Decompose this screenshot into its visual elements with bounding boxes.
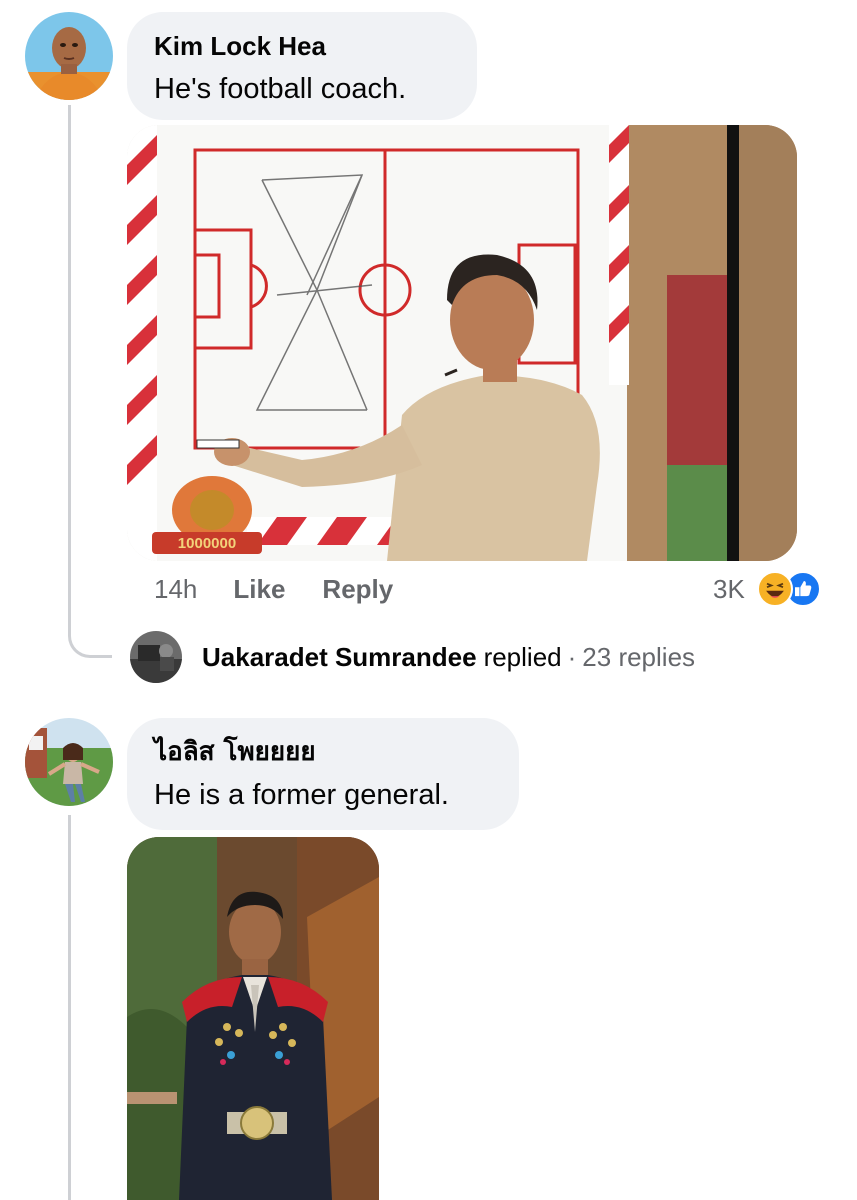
replier-name: Uakaradet Sumrandee <box>202 641 477 672</box>
replied-label: replied <box>483 641 562 672</box>
like-button[interactable]: Like <box>233 574 285 605</box>
separator-dot: · <box>567 641 577 672</box>
thread-line <box>68 105 71 625</box>
comment-author[interactable]: Kim Lock Hea <box>154 30 449 62</box>
comment-image[interactable]: 1000000 <box>127 125 797 561</box>
comment-text: He's football coach. <box>154 73 407 105</box>
comment-image[interactable] <box>127 837 379 1200</box>
comment-thread: Kim Lock Hea He's football coach. 100000… <box>0 0 857 1200</box>
reaction-count: 3K <box>713 573 745 604</box>
avatar[interactable] <box>25 718 113 806</box>
thread-connector <box>68 600 112 658</box>
comment-bubble: ไอลิส โพยยยย He is a former general. <box>127 718 519 830</box>
replier-avatar <box>130 631 182 683</box>
comment-timestamp[interactable]: 14h <box>154 574 197 605</box>
image-overlay-number: 1000000 <box>178 535 236 552</box>
comment-text: He is a former general. <box>154 779 449 811</box>
view-replies-link[interactable]: Uakaradet Sumrandee replied · 23 replies <box>130 631 695 683</box>
reaction-summary[interactable]: 3K <box>713 569 821 609</box>
avatar[interactable] <box>25 12 113 100</box>
thread-line <box>68 815 71 1200</box>
reply-button[interactable]: Reply <box>322 574 393 605</box>
comment-author[interactable]: ไอลิส โพยยยย <box>154 736 491 768</box>
reply-count: 23 replies <box>582 641 696 672</box>
comment-actions: 14h Like Reply <box>154 573 430 605</box>
comment-bubble: Kim Lock Hea He's football coach. <box>127 12 477 120</box>
haha-icon <box>756 571 793 607</box>
